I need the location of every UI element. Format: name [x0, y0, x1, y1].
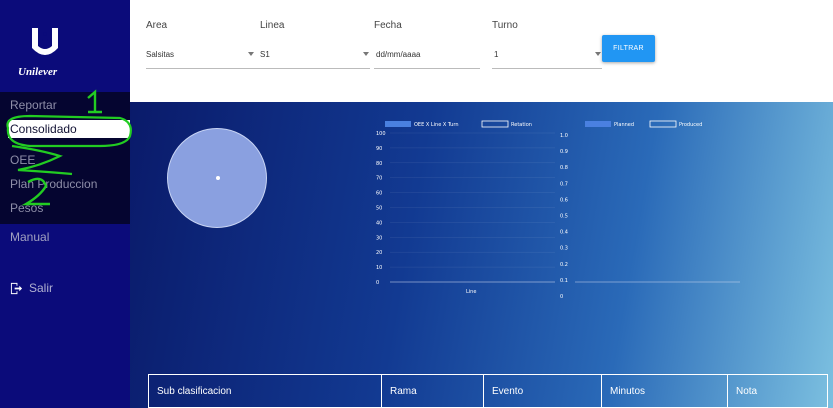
chart1-y2-tick-label: 0	[560, 294, 563, 300]
chart1-y-tick-label: 20	[376, 250, 382, 256]
chart1-y-tick-label: 60	[376, 191, 382, 197]
chart1-y2-tick-label: 1.0	[560, 133, 568, 139]
column-header-evento[interactable]: Evento	[483, 374, 601, 408]
legend-planned-label: Planned	[614, 122, 634, 128]
legend-produced-label: Produced	[679, 122, 702, 128]
chart1-y2-tick-label: 0.1	[560, 278, 568, 284]
events-table-header: Sub clasificacion Rama Evento Minutos No…	[148, 374, 828, 408]
chart1-y2-tick-label: 0.4	[560, 230, 568, 236]
legend-swatch-oee	[385, 121, 411, 127]
column-header-minutos[interactable]: Minutos	[601, 374, 727, 408]
chart1-y-tick-label: 90	[376, 146, 382, 152]
chart1-y2-tick-label: 0.7	[560, 181, 568, 187]
chart1-y2-tick-label: 0.5	[560, 214, 568, 220]
chart1-x-label: Line	[466, 289, 476, 295]
oee-line-chart: 1009080706050403020100 1.00.90.80.70.60.…	[376, 120, 740, 300]
chart1-y-tick-label: 80	[376, 161, 382, 167]
legend-oee-label: OEE X Line X Turn	[414, 122, 458, 128]
legend-swatch-retation	[481, 120, 509, 128]
chart1-y-tick-label: 10	[376, 265, 382, 271]
chart1-y-tick-label: 100	[376, 131, 386, 137]
chart1-y2-tick-label: 0.8	[560, 165, 568, 171]
chart1-y-tick-label: 30	[376, 235, 382, 241]
column-header-sub-clasificacion[interactable]: Sub clasificacion	[148, 374, 381, 408]
chart1-y2-tick-label: 0.3	[560, 246, 568, 252]
chart1-y-tick-label: 50	[376, 206, 382, 212]
column-header-rama[interactable]: Rama	[381, 374, 483, 408]
legend-swatch-produced	[649, 120, 677, 128]
chart1-y-tick-label: 0	[376, 280, 379, 286]
chart1-y2-tick-label: 0.2	[560, 262, 568, 268]
chart1-y-tick-label: 40	[376, 220, 382, 226]
legend-swatch-planned	[585, 121, 611, 127]
chart1-y2-tick-label: 0.9	[560, 149, 568, 155]
chart1-y-tick-label: 70	[376, 176, 382, 182]
chart1-y2-tick-label: 0.6	[560, 197, 568, 203]
column-header-nota[interactable]: Nota	[727, 374, 828, 408]
legend-retation-label: Retation	[511, 122, 532, 128]
